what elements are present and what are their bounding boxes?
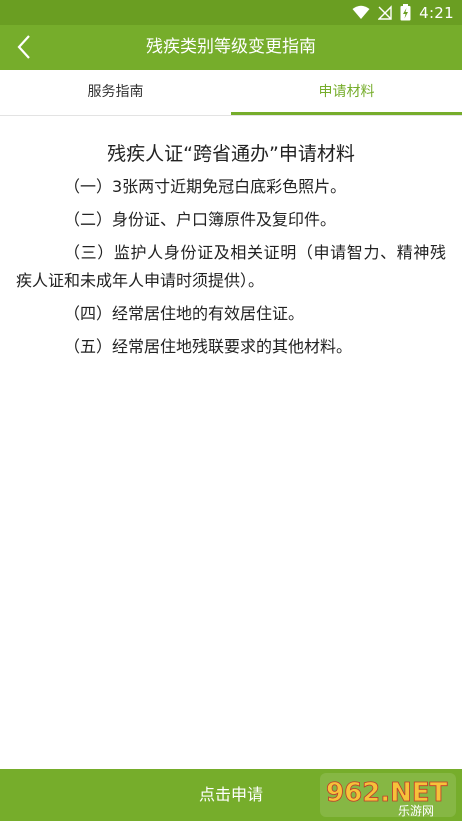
list-item: （三）监护人身份证及相关证明（申请智力、精神残疾人证和未成年人申请时须提供）。 bbox=[16, 243, 446, 290]
page-title: 残疾类别等级变更指南 bbox=[146, 37, 316, 57]
list-item: （五）经常居住地残联要求的其他材料。 bbox=[64, 337, 353, 356]
tab-bar: 服务指南 申请材料 bbox=[0, 70, 462, 116]
status-time: 4:21 bbox=[419, 3, 454, 22]
wifi-icon bbox=[352, 5, 370, 19]
watermark-logo: 962.NET 乐游网 bbox=[320, 773, 456, 818]
list-item: （一）3张两寸近期免冠白底彩色照片。 bbox=[64, 177, 347, 196]
status-icons: 4:21 bbox=[352, 2, 454, 23]
document-title: 残疾人证“跨省通办”申请材料 bbox=[107, 143, 355, 165]
battery-charging-icon bbox=[400, 4, 411, 21]
watermark-subtext: 乐游网 bbox=[398, 804, 434, 818]
tab-application-materials[interactable]: 申请材料 bbox=[231, 70, 462, 115]
content-area: 残疾人证“跨省通办”申请材料 （一）3张两寸近期免冠白底彩色照片。 （二）身份证… bbox=[0, 117, 462, 769]
app-bar: 残疾类别等级变更指南 bbox=[0, 25, 462, 70]
status-bar: 4:21 bbox=[0, 0, 462, 25]
apply-button[interactable]: 点击申请 962.NET 乐游网 bbox=[0, 769, 462, 821]
no-signal-icon bbox=[378, 5, 392, 20]
list-item: （二）身份证、户口簿原件及复印件。 bbox=[64, 210, 337, 229]
list-item: （四）经常居住地的有效居住证。 bbox=[64, 304, 305, 323]
tab-service-guide[interactable]: 服务指南 bbox=[0, 70, 231, 115]
